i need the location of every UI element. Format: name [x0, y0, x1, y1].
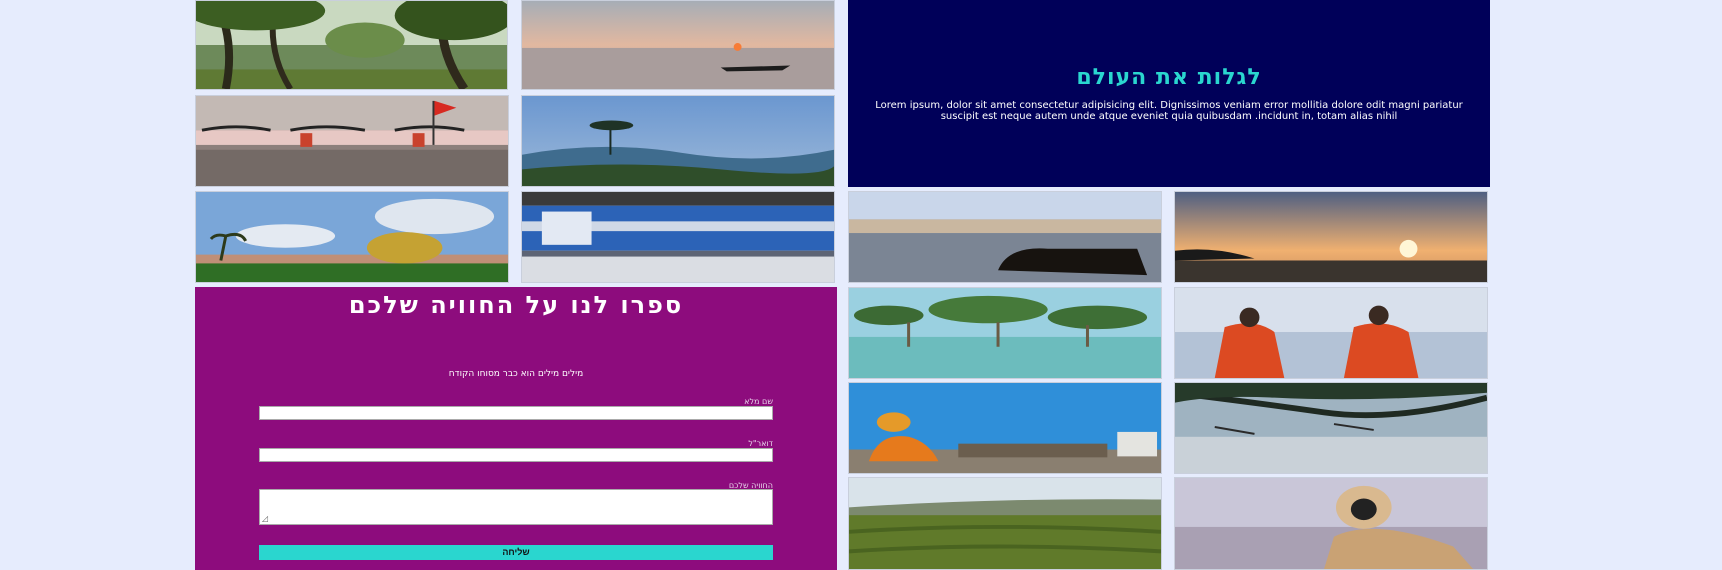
hero-banner: לגלות את העולם Lorem ipsum, dolor sit am…: [848, 0, 1490, 187]
beach-flag-photo: [195, 95, 509, 187]
tree-shore-photo: [1174, 382, 1488, 474]
form-subtitle: מילים מילים הוא כבר מסוחו הקודח: [448, 369, 584, 379]
resize-handle-icon[interactable]: ◿: [262, 514, 268, 523]
form-title: ספרו לנו על החוויה שלכם: [348, 291, 684, 319]
gallery-grid: לגלות את העולם Lorem ipsum, dolor sit am…: [195, 0, 1490, 570]
tea-field-photo: [848, 477, 1162, 570]
email-label: דואר"ל: [748, 439, 773, 448]
sunset-boat-photo: [521, 0, 835, 90]
email-field[interactable]: [259, 448, 773, 462]
experience-form: ספרו לנו על החוויה שלכם מילים מילים הוא …: [195, 287, 837, 570]
name-field[interactable]: [259, 406, 773, 420]
submit-button[interactable]: שליחה: [259, 545, 773, 560]
name-label: שם מלא: [744, 397, 773, 406]
hero-text: Lorem ipsum, dolor sit amet consectetur …: [875, 100, 1463, 122]
monks-sea-photo: [1174, 287, 1488, 379]
sunset-beach-photo: [1174, 191, 1488, 283]
sadhu-wall-photo: [848, 382, 1162, 474]
river-cow-photo: [848, 191, 1162, 283]
experience-textarea[interactable]: ◿: [259, 489, 773, 525]
blurred-train-photo: [521, 191, 835, 283]
forest-trees-photo: [195, 0, 508, 90]
mangrove-sea-photo: [848, 287, 1162, 379]
misty-tree-photo: [521, 95, 835, 187]
hero-title: לגלות את העולם: [1076, 65, 1262, 90]
monkey-photo: [1174, 477, 1488, 570]
golden-dome-photo: [195, 191, 509, 283]
